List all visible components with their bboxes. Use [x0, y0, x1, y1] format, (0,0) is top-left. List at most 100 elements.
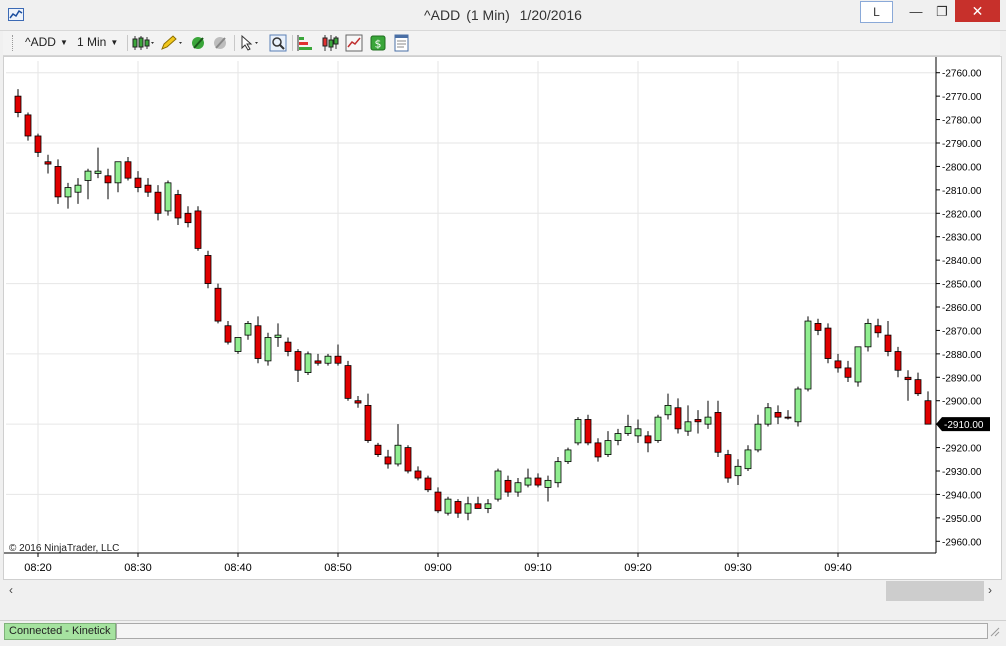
- candle-body: [744, 449, 752, 470]
- candle-body: [824, 327, 832, 359]
- toolbar-separator: [292, 35, 293, 51]
- svg-text:$: $: [375, 38, 382, 51]
- candle-body: [754, 423, 762, 451]
- x-tick-label: 09:30: [724, 562, 752, 574]
- resize-grip-icon[interactable]: [988, 625, 1000, 637]
- close-button[interactable]: ✕: [955, 0, 1000, 22]
- candle-body: [434, 491, 442, 512]
- y-tick-label: -2780.00: [942, 116, 982, 127]
- candle-body: [34, 135, 42, 153]
- time-axis: 08:20 08:30 08:40 08:50 09:00 09:10 09:20 09:30…: [4, 552, 936, 574]
- y-tick-label: -2800.00: [942, 162, 982, 173]
- candle-body: [74, 184, 82, 193]
- candles-group: [14, 89, 932, 521]
- candle-body: [574, 419, 582, 444]
- candle-body: [404, 447, 412, 472]
- minimize-button[interactable]: —: [903, 0, 929, 24]
- candle-body: [674, 407, 682, 430]
- candle-body: [854, 346, 862, 383]
- x-tick-label: 09:20: [624, 562, 652, 574]
- scroll-thumb[interactable]: [886, 581, 984, 601]
- scroll-left-icon[interactable]: ‹: [9, 583, 13, 597]
- candle-body: [524, 477, 532, 486]
- candle-body: [64, 187, 72, 198]
- chart-panel[interactable]: -2760.00 -2770.00 -2780.00 -2790.00 -2800.00…: [3, 56, 1002, 580]
- drawing-pencil-icon[interactable]: [159, 34, 183, 52]
- candle-body: [124, 161, 132, 179]
- candle-body: [814, 322, 822, 331]
- candle-body: [624, 426, 632, 434]
- window-title: ^ADD (1 Min) 1/20/2016: [0, 7, 1006, 23]
- y-tick-label: -2770.00: [942, 92, 982, 103]
- y-tick-label: -2960.00: [942, 537, 982, 548]
- candle-body: [224, 325, 232, 343]
- candle-body: [914, 379, 922, 395]
- candle-body: [454, 501, 462, 514]
- candle-body: [104, 175, 112, 184]
- y-tick-label: -2890.00: [942, 373, 982, 384]
- link-button[interactable]: L: [860, 1, 893, 23]
- candle-body: [654, 416, 662, 441]
- candle-body: [374, 444, 382, 456]
- status-message-field: [116, 623, 988, 639]
- candle-body: [94, 170, 102, 174]
- candle-body: [794, 388, 802, 423]
- candle-body: [214, 287, 222, 322]
- y-tick-label: -2860.00: [942, 303, 982, 314]
- candle-body: [334, 355, 342, 364]
- candle-body: [304, 353, 312, 374]
- candle-body: [204, 255, 212, 284]
- indicator-icon[interactable]: [189, 34, 207, 52]
- candle-body: [614, 433, 622, 441]
- price-chart[interactable]: -2760.00 -2770.00 -2780.00 -2790.00 -2800.00…: [4, 57, 1001, 579]
- candle-body: [414, 470, 422, 479]
- candle-body: [474, 503, 482, 509]
- y-tick-label: -2850.00: [942, 280, 982, 291]
- strategy-icon[interactable]: [211, 34, 229, 52]
- instrument-selector[interactable]: ^ADD ▼: [25, 35, 68, 49]
- candle-body: [154, 191, 162, 214]
- connection-status: Connected - Kinetick: [4, 623, 116, 640]
- candles-icon[interactable]: [321, 34, 339, 52]
- x-tick-label: 09:00: [424, 562, 452, 574]
- interval-label: 1 Min: [77, 35, 107, 49]
- instrument-label: ^ADD: [25, 35, 56, 49]
- properties-icon[interactable]: [393, 34, 411, 52]
- scroll-right-icon[interactable]: ›: [988, 583, 992, 597]
- dollar-icon[interactable]: $: [369, 34, 387, 52]
- candle-body: [174, 194, 182, 219]
- candle-body: [514, 482, 522, 493]
- candle-body: [734, 465, 742, 477]
- candle-body: [284, 341, 292, 352]
- candle-body: [714, 412, 722, 453]
- toolbar-separator: [234, 35, 235, 51]
- candle-body: [864, 322, 872, 348]
- candle-body: [804, 320, 812, 390]
- chart-toolbar: ^ADD ▼ 1 Min ▼ $: [3, 31, 1000, 56]
- candle-body: [884, 334, 892, 352]
- zoom-icon[interactable]: [269, 34, 287, 52]
- pointer-icon[interactable]: [239, 34, 263, 52]
- y-tick-label: -2930.00: [942, 467, 982, 478]
- y-tick-label: -2940.00: [942, 490, 982, 501]
- candlestick-style-icon[interactable]: [131, 34, 155, 52]
- x-tick-label: 08:20: [24, 562, 52, 574]
- candle-body: [554, 461, 562, 484]
- candle-body: [774, 412, 782, 418]
- y-tick-label: -2870.00: [942, 326, 982, 337]
- bar-chart-icon[interactable]: [297, 34, 315, 52]
- maximize-button[interactable]: ❐: [929, 0, 955, 24]
- candle-body: [144, 184, 152, 193]
- y-tick-label: -2760.00: [942, 69, 982, 80]
- candle-body: [394, 444, 402, 465]
- price-axis: -2760.00 -2770.00 -2780.00 -2790.00 -2800.00…: [935, 57, 990, 553]
- toolbar-grip[interactable]: [12, 35, 15, 51]
- candle-body: [904, 376, 912, 381]
- candle-body: [234, 337, 242, 352]
- data-box-icon[interactable]: [345, 34, 363, 52]
- candle-body: [664, 404, 672, 416]
- candle-body: [784, 416, 792, 419]
- title-bar: ^ADD (1 Min) 1/20/2016 L — ❐ ✕: [0, 0, 1006, 31]
- interval-selector[interactable]: 1 Min ▼: [77, 35, 118, 49]
- horizontal-scrollbar[interactable]: ‹ ›: [3, 580, 1000, 602]
